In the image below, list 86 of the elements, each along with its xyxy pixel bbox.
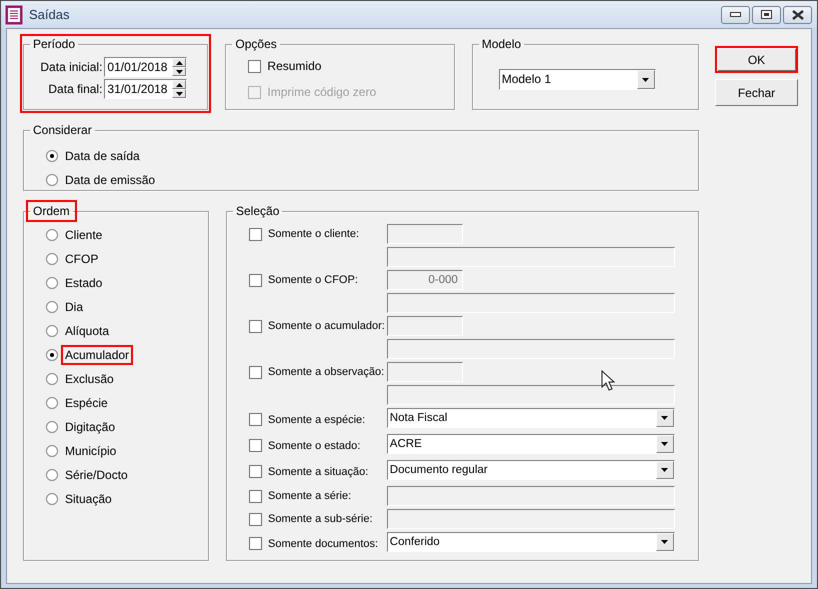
filter-label: Somente a série: xyxy=(268,490,352,502)
code-field[interactable] xyxy=(386,362,463,382)
group-title: Considerar xyxy=(32,123,93,137)
checkbox[interactable] xyxy=(249,490,262,502)
radio-label: Série/Docto xyxy=(64,467,129,484)
radio-label: Estado xyxy=(64,275,104,292)
date-field[interactable]: 31/01/2018 xyxy=(104,79,188,99)
checkbox[interactable] xyxy=(249,537,262,550)
radio-label: Situação xyxy=(64,491,113,508)
checkbox-label: Imprime código zero xyxy=(267,85,376,99)
radio-button[interactable] xyxy=(46,277,58,289)
group-title: Opções xyxy=(234,37,278,51)
date-label: Data inicial: xyxy=(40,60,102,74)
filter-label: Somente a situação: xyxy=(268,466,368,478)
mouse-pointer-icon xyxy=(601,370,615,392)
window-title: Saídas xyxy=(29,7,70,22)
radio-button[interactable] xyxy=(46,150,58,162)
radio-label: Data de saída xyxy=(64,148,141,165)
radio-label: Espécie xyxy=(64,395,109,412)
code-field[interactable]: 0-000 xyxy=(386,270,463,290)
radio-label: Município xyxy=(64,443,118,460)
code-field[interactable] xyxy=(386,224,463,244)
filter-dropdown[interactable]: Nota Fiscal xyxy=(386,408,675,428)
date-label: Data final: xyxy=(48,82,102,96)
filter-label: Somente a sub-série: xyxy=(268,513,373,525)
filter-field[interactable] xyxy=(386,486,675,506)
radio-label: Dia xyxy=(64,299,84,316)
group-title: Modelo xyxy=(480,37,522,51)
checkbox[interactable] xyxy=(248,60,262,72)
spin-up-icon[interactable] xyxy=(172,80,186,89)
radio-button[interactable] xyxy=(46,229,58,241)
filter-dropdown[interactable]: ACRE xyxy=(386,434,675,454)
checkbox[interactable] xyxy=(249,274,262,286)
filter-label: Somente o estado: xyxy=(268,440,360,452)
filter-dropdown[interactable]: Conferido xyxy=(386,532,675,552)
group-title: Período xyxy=(32,37,76,51)
close-icon xyxy=(792,10,804,20)
spin-down-icon[interactable] xyxy=(172,89,186,98)
radio-label: Digitação xyxy=(64,419,116,436)
date-field[interactable]: 01/01/2018 xyxy=(104,57,188,77)
maximize-button[interactable] xyxy=(752,6,781,24)
radio-button[interactable] xyxy=(46,301,58,313)
radio-button[interactable] xyxy=(46,325,58,337)
checkbox[interactable] xyxy=(249,413,262,426)
radio-label: Cliente xyxy=(64,227,104,244)
radio-label: Exclusão xyxy=(64,371,115,388)
radio-button[interactable] xyxy=(46,373,58,385)
filter-label: Somente o acumulador: xyxy=(268,320,385,332)
filter-label: Somente documentos: xyxy=(268,538,378,550)
code-field[interactable] xyxy=(386,316,463,336)
dialog-button[interactable]: Fechar xyxy=(715,79,798,106)
minimize-icon xyxy=(730,12,741,17)
radio-button[interactable] xyxy=(46,421,58,433)
checkbox[interactable] xyxy=(249,512,262,526)
filter-dropdown[interactable]: Documento regular xyxy=(386,460,675,480)
radio-button[interactable] xyxy=(46,349,58,361)
document-icon xyxy=(5,4,23,24)
filter-label: Somente o cliente: xyxy=(268,228,360,240)
radio-label: Data de emissão xyxy=(64,172,156,189)
close-button[interactable] xyxy=(783,6,812,24)
radio-label: Alíquota xyxy=(64,323,110,340)
radio-button[interactable] xyxy=(46,174,58,186)
radio-button[interactable] xyxy=(46,253,58,265)
radio-button[interactable] xyxy=(46,445,58,457)
radio-label: CFOP xyxy=(64,251,100,268)
radio-label: Acumulador xyxy=(61,345,134,365)
model-dropdown[interactable]: Modelo 1 xyxy=(498,69,656,90)
group-title: Seleção xyxy=(235,204,280,218)
checkbox[interactable] xyxy=(249,228,262,240)
spin-down-icon[interactable] xyxy=(172,67,186,76)
filter-field[interactable] xyxy=(386,509,675,529)
checkbox[interactable] xyxy=(249,439,262,452)
checkbox[interactable] xyxy=(249,465,262,478)
radio-button[interactable] xyxy=(46,397,58,409)
checkbox[interactable] xyxy=(249,366,262,378)
filter-label: Somente a espécie: xyxy=(268,414,366,426)
filter-label: Somente o CFOP: xyxy=(268,274,358,286)
spin-up-icon[interactable] xyxy=(172,58,186,67)
filter-label: Somente a observação: xyxy=(268,366,384,378)
maximize-icon xyxy=(761,10,772,19)
minimize-button[interactable] xyxy=(721,6,750,24)
radio-button[interactable] xyxy=(46,469,58,481)
radio-button[interactable] xyxy=(46,493,58,505)
dialog-button[interactable]: OK xyxy=(715,46,798,73)
checkbox[interactable] xyxy=(249,320,262,332)
checkbox-label: Resumido xyxy=(267,59,322,73)
